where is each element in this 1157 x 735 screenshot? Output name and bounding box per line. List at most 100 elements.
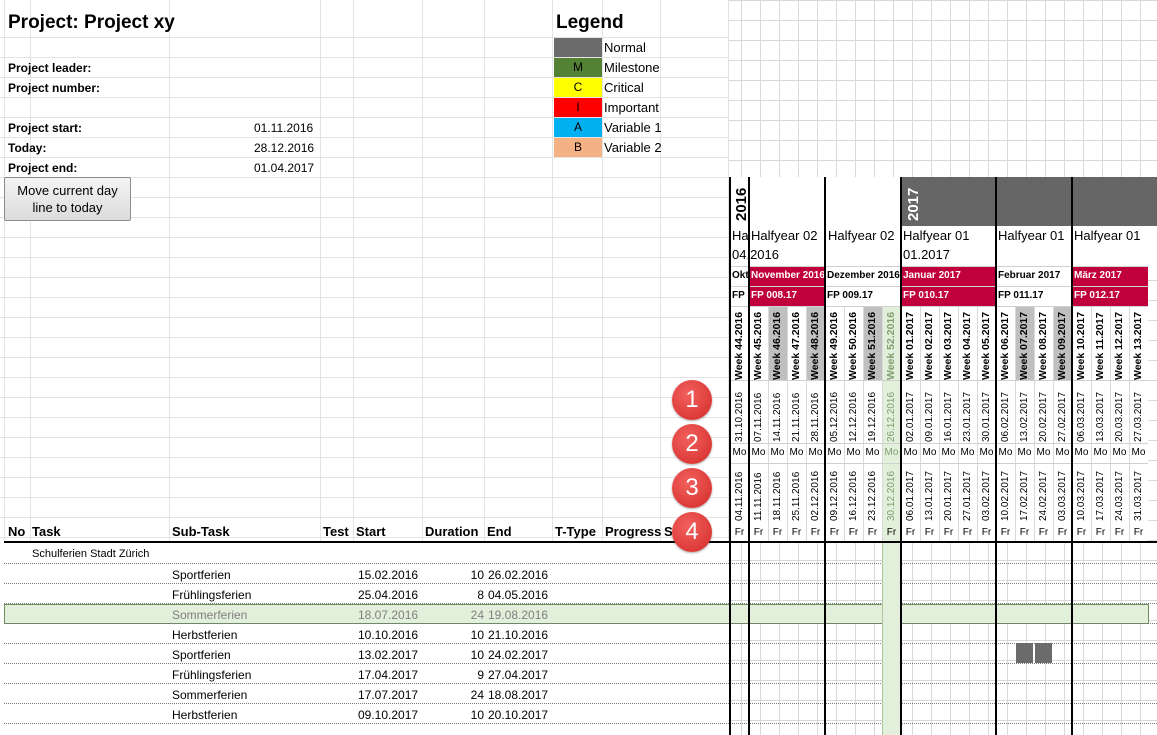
week-label: Week 06.2017: [999, 311, 1011, 380]
monday-date: 27.03.2017: [1133, 391, 1144, 442]
row-separator: [4, 643, 1157, 644]
grid-hline: [0, 477, 728, 478]
weekday-mo-label: Mo: [1131, 447, 1146, 458]
week-label: Week 10.2017: [1075, 311, 1087, 380]
grid-hline: [0, 437, 728, 438]
monday-date: 02.01.2017: [905, 391, 916, 442]
task-bar[interactable]: [1016, 643, 1033, 663]
monday-date: 30.01.2017: [981, 391, 992, 442]
friday-date: 02.12.2016: [810, 470, 821, 521]
grid-hline: [0, 397, 728, 398]
grid-vline: [552, 0, 553, 541]
grid-hline: [0, 457, 728, 458]
end-cell: 27.04.2017: [488, 668, 549, 682]
header-no: No: [8, 524, 26, 539]
weekday-fr-label: Fr: [1000, 527, 1011, 538]
table-row[interactable]: Herbstferien 09.10.2017 10 20.10.2017: [4, 705, 728, 725]
week-label: Week 03.2017: [942, 311, 954, 380]
project-title: Project: Project xy: [8, 12, 175, 33]
halfyear-date: 04.2016: [732, 247, 779, 262]
table-row[interactable]: Frühlingsferien 25.04.2016 8 04.05.2016: [4, 585, 728, 605]
weekday-mo-label: Mo: [941, 447, 956, 458]
header-start: Start: [356, 524, 386, 539]
weekday-fr-label: Fr: [1076, 527, 1087, 538]
weekday-mo-label: Mo: [827, 447, 842, 458]
table-row[interactable]: Sommerferien 17.07.2017 24 18.08.2017: [4, 685, 728, 705]
friday-date: 20.01.2017: [943, 470, 954, 521]
month-separator: [729, 177, 731, 735]
monday-date: 20.03.2017: [1114, 391, 1125, 442]
table-row[interactable]: Sportferien 15.02.2016 10 26.02.2016: [4, 565, 728, 585]
duration-cell: 24: [470, 688, 484, 702]
table-row[interactable]: Herbstferien 10.10.2016 10 21.10.2016: [4, 625, 728, 645]
week-label: Week 09.2017: [1056, 311, 1068, 380]
halfyear-label: Halfyear 02: [751, 228, 818, 243]
weekday-fr-label: Fr: [943, 527, 954, 538]
grid-hline: [0, 257, 728, 258]
end-cell: 04.05.2016: [488, 588, 549, 602]
monday-date: 16.01.2017: [943, 391, 954, 442]
friday-date: 25.11.2016: [791, 471, 802, 521]
row-separator: [4, 603, 1157, 604]
today-value[interactable]: 28.12.2016: [254, 141, 314, 155]
annotation-badge-2: 2: [672, 424, 712, 464]
weekday-mo-label: Mo: [865, 447, 880, 458]
monday-date: 06.03.2017: [1076, 391, 1087, 442]
gantt-hline: [730, 380, 1148, 381]
project-start-label: Project start:: [8, 121, 83, 135]
week-label: Week 12.2017: [1113, 311, 1125, 380]
start-cell: 09.10.2017: [358, 708, 419, 722]
week-label: Week 11.2017: [1094, 312, 1106, 380]
header-progress: Progress: [605, 524, 662, 539]
grid-hline: [0, 517, 728, 518]
monday-date: 27.02.2017: [1057, 391, 1068, 442]
start-cell: 13.02.2017: [358, 648, 419, 662]
halfyear-date: 01.2017: [903, 247, 950, 262]
monday-date: 13.02.2017: [1019, 391, 1030, 442]
weekday-fr-label: Fr: [1057, 527, 1068, 538]
grid-hline: [0, 297, 728, 298]
weekday-fr-label: Fr: [772, 527, 783, 538]
table-row[interactable]: Sommerferien 18.07.2016 24 19.08.2016: [4, 605, 728, 625]
task-bar[interactable]: [1035, 643, 1052, 663]
friday-date: 11.11.2016: [753, 472, 764, 521]
project-end-value[interactable]: 01.04.2017: [254, 161, 314, 175]
friday-date: 31.03.2017: [1133, 470, 1144, 521]
end-cell: 19.08.2016: [488, 608, 549, 622]
duration-cell: 10: [470, 648, 484, 662]
project-start-value[interactable]: 01.11.2016: [254, 121, 313, 135]
subtask-cell: Herbstferien: [172, 708, 238, 722]
subtask-cell: Sportferien: [172, 648, 231, 662]
friday-date: 17.02.2017: [1019, 470, 1030, 521]
grid-hline: [0, 277, 728, 278]
grid-vline: [484, 0, 485, 541]
week-label: Week 05.2017: [980, 311, 992, 380]
weekday-mo-label: Mo: [846, 447, 861, 458]
friday-date: 10.02.2017: [1000, 470, 1011, 521]
move-current-day-button[interactable]: Move current day line to today: [4, 177, 131, 221]
friday-date: 18.11.2016: [772, 471, 783, 521]
project-number-label: Project number:: [8, 81, 101, 95]
grid-hline: [0, 417, 728, 418]
friday-date: 24.02.2017: [1038, 470, 1049, 521]
month-separator: [748, 177, 750, 735]
halfyear-label: Halfyear 02: [828, 228, 895, 243]
week-label: Week 52.2016: [885, 311, 897, 380]
halfyear-label: Halfyear 01: [903, 228, 970, 243]
table-row[interactable]: Sportferien 13.02.2017 10 24.02.2017: [4, 645, 728, 665]
monday-date: 14.11.2016: [772, 392, 783, 442]
friday-date: 06.01.2017: [905, 470, 916, 521]
legend-label: Normal: [604, 40, 646, 55]
grid-vline: [602, 0, 603, 541]
monday-date: 13.03.2017: [1095, 391, 1106, 442]
table-row[interactable]: Frühlingsferien 17.04.2017 9 27.04.2017: [4, 665, 728, 685]
friday-date: 17.03.2017: [1095, 470, 1106, 521]
fp-header: FP 008.17: [749, 286, 825, 306]
month-header: Februar 2017: [996, 266, 1072, 286]
fp-header: FP 010.17: [901, 286, 996, 306]
annotation-badge-4: 4: [672, 512, 712, 552]
today-label: Today:: [8, 141, 47, 155]
weekday-mo-label: Mo: [903, 447, 918, 458]
weekday-mo-label: Mo: [1055, 447, 1070, 458]
header-test: Test: [323, 524, 349, 539]
